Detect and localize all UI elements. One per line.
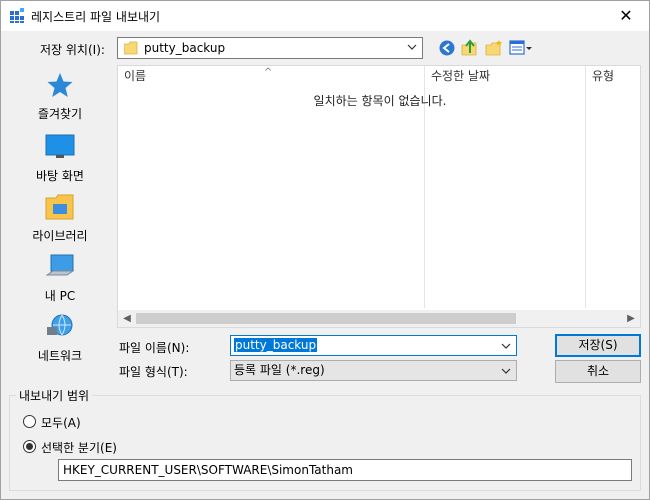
places-bar: 즐겨찾기 바탕 화면 라이브러리 내 PC 네트워크 [11,65,109,375]
export-branch-radio[interactable] [23,440,36,453]
place-label: 내 PC [44,289,76,303]
location-dropdown[interactable]: putty_backup [117,37,423,59]
filetype-label: 파일 형식(T): [119,365,188,379]
close-icon: ✕ [619,6,633,25]
chevron-down-icon [501,368,511,374]
filename-value: putty_backup [234,338,318,352]
branch-path-input[interactable]: HKEY_CURRENT_USER\SOFTWARE\SimonTatham [58,459,632,481]
close-button[interactable]: ✕ [603,1,649,31]
empty-list-message: 일치하는 항목이 없습니다. [313,94,447,108]
star-icon [47,73,73,97]
filetype-value: 등록 파일 (*.reg) [234,363,325,377]
place-quick-access[interactable]: 즐겨찾기 [11,65,109,123]
export-range-group: 내보내기 범위 모두(A) 선택한 분기(E) HKEY_CURRENT_USE… [9,387,641,491]
library-icon [45,194,74,220]
export-all-radio[interactable] [23,415,36,428]
place-label: 바탕 화면 [36,169,84,183]
place-this-pc[interactable]: 내 PC [11,247,109,305]
save-button[interactable]: 저장(S) [555,334,641,357]
export-range-title: 내보내기 범위 [16,387,93,404]
place-label: 라이브러리 [32,229,88,243]
network-icon [47,314,73,336]
filename-input[interactable]: putty_backup [230,335,517,356]
radio-selected-dot [26,443,33,450]
place-label: 네트워크 [37,349,83,363]
view-menu-icon[interactable] [509,39,533,57]
back-icon[interactable] [438,39,456,57]
export-registry-dialog: 레지스트리 파일 내보내기 ✕ 저장 위치(I): putty_backup 즐… [0,0,650,500]
scroll-right-icon[interactable]: ▶ [624,311,638,326]
place-desktop[interactable]: 바탕 화면 [11,127,109,185]
location-value: putty_backup [144,41,226,55]
registry-editor-icon [10,8,24,23]
up-folder-icon[interactable] [461,39,479,57]
horizontal-scrollbar[interactable]: ◀ ▶ [118,310,640,327]
dialog-title: 레지스트리 파일 내보내기 [31,10,161,24]
computer-icon [45,254,75,276]
sort-ascending-icon: ^ [264,67,273,78]
place-label: 즐겨찾기 [37,107,83,121]
new-folder-icon[interactable] [485,39,503,57]
branch-path-value: HKEY_CURRENT_USER\SOFTWARE\SimonTatham [63,463,353,477]
scroll-thumb[interactable] [136,313,516,324]
location-label: 저장 위치(I): [40,43,105,57]
place-network[interactable]: 네트워크 [11,307,109,365]
place-libraries[interactable]: 라이브러리 [11,187,109,245]
column-header-modified[interactable]: 수정한 날짜 [425,66,585,88]
title-bar: 레지스트리 파일 내보내기 ✕ [1,1,649,31]
folder-icon [124,41,138,55]
chevron-down-icon[interactable] [500,340,512,352]
export-branch-label[interactable]: 선택한 분기(E) [41,439,117,456]
filetype-dropdown[interactable]: 등록 파일 (*.reg) [230,360,517,381]
filename-label: 파일 이름(N): [119,341,190,355]
column-header-type[interactable]: 유형 [586,66,642,88]
scroll-left-icon[interactable]: ◀ [120,311,134,326]
chevron-down-icon [407,44,417,50]
export-all-label[interactable]: 모두(A) [41,414,81,431]
column-header-name[interactable]: 이름 ^ [118,66,424,88]
desktop-icon [45,134,75,158]
cancel-button[interactable]: 취소 [555,360,641,383]
file-list[interactable]: 이름 ^ 수정한 날짜 유형 일치하는 항목이 없습니다. ◀ ▶ [117,65,641,328]
